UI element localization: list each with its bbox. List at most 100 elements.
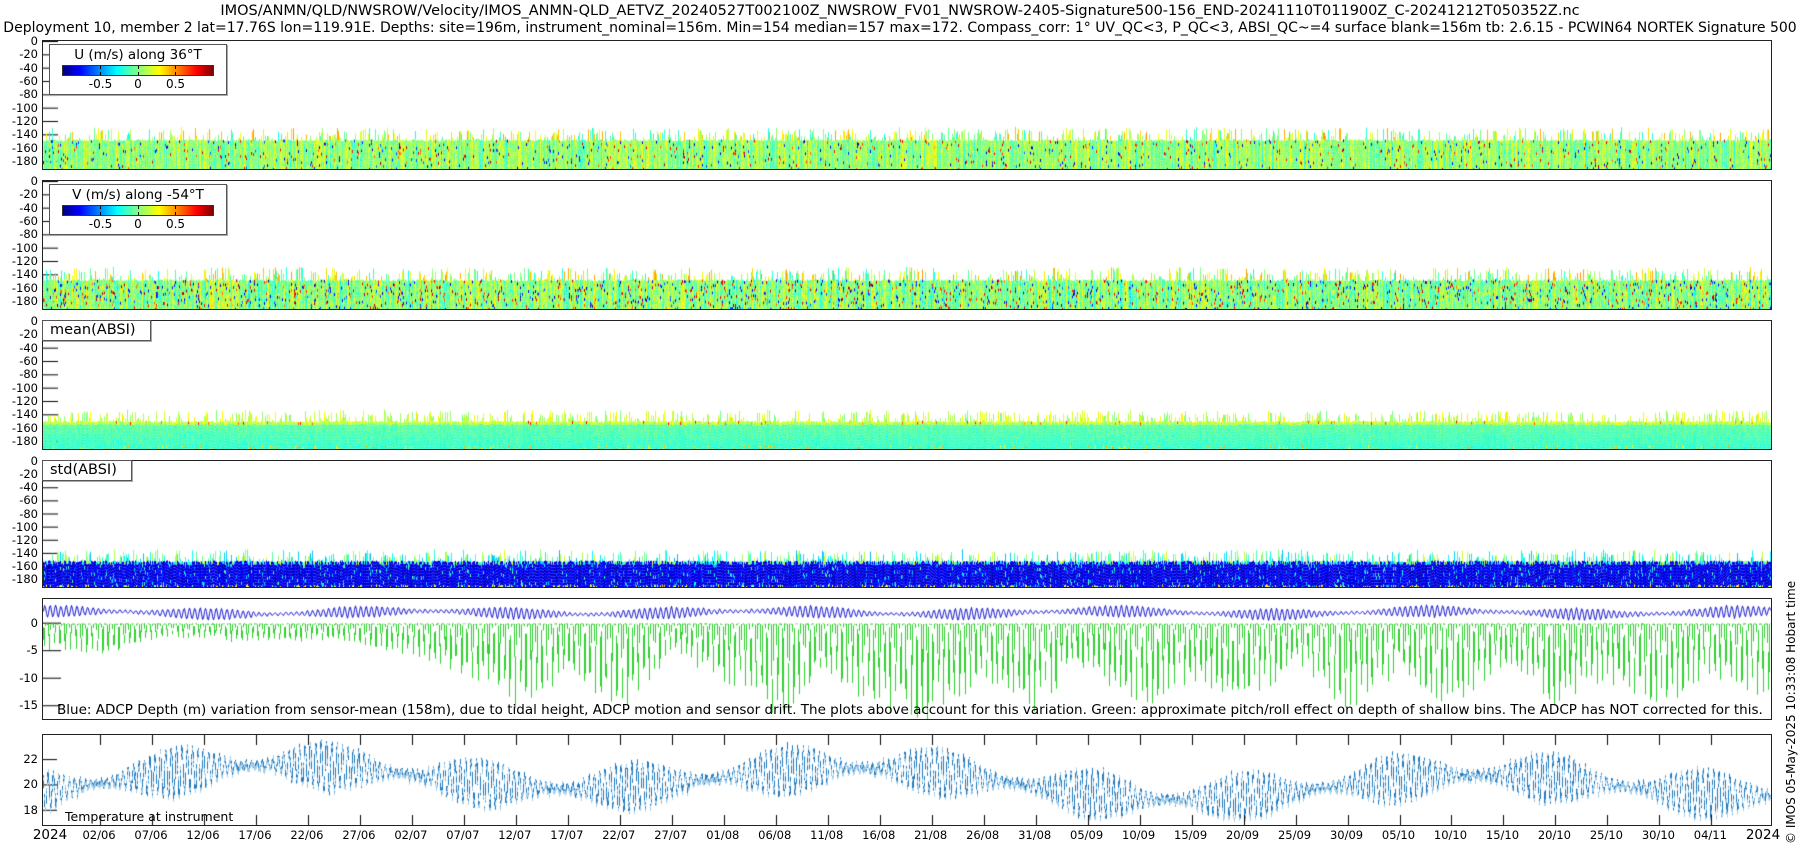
panel-depth-variation: Blue: ADCP Depth (m) variation from sens… <box>42 598 1772 720</box>
y-tick-label: -80 <box>2 88 38 100</box>
y-tick-label: -180 <box>2 295 38 307</box>
y-tick-label: -120 <box>2 115 38 127</box>
y-tick-label: -120 <box>2 255 38 267</box>
x-axis-year-start: 2024 <box>33 827 67 843</box>
y-tick-label: 0 <box>2 315 38 327</box>
v-velocity-heatmap-canvas <box>43 181 1771 309</box>
colorbar-tick-label: 0.5 <box>166 217 185 231</box>
y-tick-label: -180 <box>2 573 38 585</box>
y-tick-label: 0 <box>2 175 38 187</box>
colorbar-tick-mark <box>138 72 139 75</box>
y-tick-label: -60 <box>2 215 38 227</box>
colorbar-tick-label: -0.5 <box>89 77 112 91</box>
depth-variation-line-canvas <box>43 599 1771 719</box>
y-tick-label: -140 <box>2 408 38 420</box>
y-tick-label: 0 <box>2 617 38 629</box>
x-tick-label: 16/08 <box>862 828 895 842</box>
y-tick-label: -20 <box>2 328 38 340</box>
y-tick-label: -80 <box>2 368 38 380</box>
panel-u-velocity: U (m/s) along 36°T -0.5 0 0.5 <box>42 40 1772 170</box>
x-tick-label: 10/09 <box>1122 828 1155 842</box>
temperature-label: Temperature at instrument <box>65 809 233 824</box>
y-tick-label: -160 <box>2 282 38 294</box>
x-tick-label: 02/06 <box>82 828 115 842</box>
y-tick-label: -20 <box>2 468 38 480</box>
x-tick-label: 22/07 <box>602 828 635 842</box>
colorbar-tick-mark <box>138 212 139 215</box>
y-tick-label: -20 <box>2 48 38 60</box>
y-tick-label: -120 <box>2 395 38 407</box>
colorbar-tick-label: 0 <box>134 77 142 91</box>
panel-v-velocity: V (m/s) along -54°T -0.500.5 <box>42 180 1772 310</box>
x-tick-label: 20/09 <box>1226 828 1259 842</box>
x-tick-label: 12/07 <box>498 828 531 842</box>
x-tick-label: 05/09 <box>1070 828 1103 842</box>
u-legend-title: U (m/s) along 36°T <box>62 47 214 63</box>
std-absi-label: std(ABSI) <box>42 460 132 481</box>
y-tick-label: 20 <box>2 778 38 790</box>
y-tick-label: -15 <box>2 699 38 711</box>
y-tick-label: -140 <box>2 547 38 559</box>
y-tick-label: -120 <box>2 534 38 546</box>
x-tick-label: 30/09 <box>1330 828 1363 842</box>
y-tick-label: -60 <box>2 75 38 87</box>
y-tick-label: -100 <box>2 382 38 394</box>
panel-mean-absi: mean(ABSI) <box>42 320 1772 450</box>
colorbar-tick-mark <box>175 66 176 69</box>
mean-absi-label: mean(ABSI) <box>42 320 151 341</box>
x-axis-year-end: 2024 <box>1746 827 1780 843</box>
colorbar-tick-label: 0.5 <box>166 77 185 91</box>
x-tick-label: 22/06 <box>290 828 323 842</box>
x-tick-label: 15/10 <box>1486 828 1519 842</box>
x-tick-label: 11/08 <box>810 828 843 842</box>
colorbar-tick-labels: -0.5 0 0.5 <box>63 76 213 91</box>
y-tick-label: -160 <box>2 560 38 572</box>
y-tick-label: -60 <box>2 355 38 367</box>
y-tick-label: 22 <box>2 753 38 765</box>
x-tick-label: 02/07 <box>394 828 427 842</box>
jet-colorbar <box>62 205 214 216</box>
x-tick-label: 27/07 <box>654 828 687 842</box>
x-tick-label: 12/06 <box>186 828 219 842</box>
y-tick-label: -80 <box>2 228 38 240</box>
x-tick-label: 10/10 <box>1434 828 1467 842</box>
y-tick-label: 18 <box>2 804 38 816</box>
v-colorbar-legend: V (m/s) along -54°T -0.500.5 <box>49 184 227 235</box>
y-tick-label: -100 <box>2 521 38 533</box>
colorbar-tick-mark <box>138 206 139 209</box>
x-tick-label: 27/06 <box>342 828 375 842</box>
y-tick-label: -100 <box>2 102 38 114</box>
y-tick-label: -60 <box>2 494 38 506</box>
y-tick-label: -160 <box>2 142 38 154</box>
y-tick-label: -40 <box>2 481 38 493</box>
colorbar-tick-mark <box>175 72 176 75</box>
colorbar-tick-labels: -0.500.5 <box>63 216 213 231</box>
colorbar-tick-mark <box>175 206 176 209</box>
y-tick-label: -180 <box>2 435 38 447</box>
y-tick-label: -180 <box>2 155 38 167</box>
colorbar-tick-mark <box>100 66 101 69</box>
colorbar-tick-mark <box>138 66 139 69</box>
figure-subtitle: Deployment 10, member 2 lat=17.76S lon=1… <box>0 20 1800 36</box>
x-tick-label: 30/10 <box>1642 828 1675 842</box>
x-tick-label: 17/07 <box>550 828 583 842</box>
x-tick-label: 06/08 <box>758 828 791 842</box>
panel-std-absi: std(ABSI) <box>42 460 1772 588</box>
x-tick-label: 05/10 <box>1382 828 1415 842</box>
colorbar-tick-mark <box>100 206 101 209</box>
colorbar-tick-label: -0.5 <box>89 217 112 231</box>
y-tick-label: -140 <box>2 128 38 140</box>
depth-annotation: Blue: ADCP Depth (m) variation from sens… <box>57 702 1763 718</box>
y-tick-label: -10 <box>2 672 38 684</box>
colorbar-tick-mark <box>175 212 176 215</box>
x-tick-label: 04/11 <box>1694 828 1727 842</box>
mean-absi-heatmap-canvas <box>43 321 1771 449</box>
temperature-line-canvas <box>43 735 1771 825</box>
x-tick-label: 15/09 <box>1174 828 1207 842</box>
y-tick-label: -100 <box>2 242 38 254</box>
y-tick-label: -40 <box>2 202 38 214</box>
x-tick-label: 25/09 <box>1278 828 1311 842</box>
x-tick-label: 26/08 <box>966 828 999 842</box>
colorbar-tick-mark <box>100 212 101 215</box>
x-tick-label: 17/06 <box>238 828 271 842</box>
